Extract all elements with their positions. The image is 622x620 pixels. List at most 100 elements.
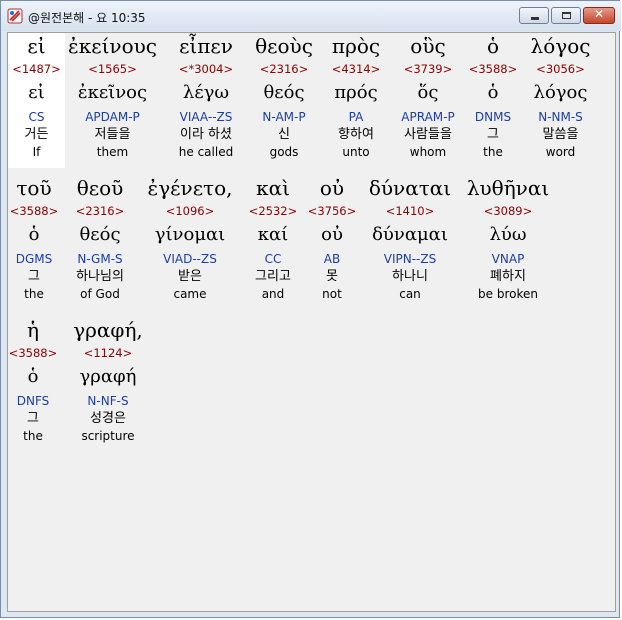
strong-number: <1410>	[385, 204, 435, 218]
close-icon: ✕	[593, 7, 605, 21]
korean-gloss: 그	[487, 127, 499, 142]
word-cell[interactable]: εἰ <1487> εἰ CS 거든 If	[8, 33, 65, 168]
word-cell[interactable]: θεοὺς <2316> θεός N-AM-P 신 gods	[249, 33, 319, 160]
lemma: θεός	[79, 224, 121, 245]
greek-word: πρὸς	[331, 34, 381, 58]
word-cell[interactable]: πρὸς <4314> πρός PA 향하여 unto	[319, 33, 393, 160]
strong-number: <2532>	[248, 204, 298, 218]
english-gloss: gods	[269, 145, 299, 159]
word-cell[interactable]: δύναται <1410> δύναμαι VIPN--ZS 하나니 can	[363, 175, 457, 302]
lemma: δύναμαι	[372, 224, 448, 245]
korean-gloss: 저들을	[94, 127, 131, 142]
english-gloss: he called	[178, 145, 234, 159]
minimize-icon	[531, 17, 539, 20]
korean-gloss: 폐하지	[490, 269, 526, 284]
greek-word: τοῦ	[16, 176, 52, 200]
lemma: γίνομαι	[154, 224, 226, 245]
interlinear-panel[interactable]: εἰ <1487> εἰ CS 거든 If ἐκείνους <1565> ἐκ…	[7, 32, 616, 612]
strong-number: <3739>	[403, 62, 453, 76]
strong-number: <1487>	[12, 62, 61, 76]
strong-number: <4314>	[331, 62, 381, 76]
korean-gloss: 말씀을	[542, 127, 579, 142]
word-cell[interactable]: λυθῆναι <3089> λύω VNAP 폐하지 be broken	[457, 175, 559, 302]
parsing-code: DGMS	[15, 252, 53, 266]
window-title: @원전본해 - 요 10:35	[28, 11, 146, 25]
parsing-code: DNFS	[16, 394, 50, 408]
greek-word: θεοῦ	[76, 176, 124, 200]
lemma: λύω	[489, 224, 527, 245]
strong-number: <2316>	[75, 204, 125, 218]
strong-number: <3588>	[468, 62, 518, 76]
greek-word: οὓς	[410, 34, 446, 58]
word-cell[interactable]: θεοῦ <2316> θεός N-GM-S 하나님의 of God	[60, 175, 140, 302]
lemma: λέγω	[182, 82, 230, 103]
korean-gloss: 성경은	[90, 411, 126, 426]
word-cell[interactable]: εἶπεν <*3004> λέγω VIAA--ZS 이라 하셨 he cal…	[163, 33, 249, 160]
korean-gloss: 사람들을	[404, 127, 452, 142]
english-gloss: scripture	[81, 429, 135, 443]
lemma: καί	[257, 224, 289, 245]
lemma: ὁ	[28, 224, 40, 245]
korean-gloss: 거든	[24, 127, 49, 142]
word-cell[interactable]: οὐ <3756> οὐ AB 못 not	[302, 175, 362, 302]
parsing-code: N-GM-S	[77, 252, 123, 266]
greek-word: δύναται	[368, 176, 452, 200]
parsing-code: APDAM-P	[85, 110, 140, 124]
word-cell[interactable]: οὓς <3739> ὅς APRAM-P 사람들을 whom	[393, 33, 463, 160]
lemma: ἐκεῖνος	[77, 82, 148, 103]
greek-word: εἶπεν	[179, 34, 233, 58]
parsing-code: VIAD--ZS	[163, 252, 217, 266]
korean-gloss: 신	[278, 127, 290, 142]
parsing-code: CC	[264, 252, 282, 266]
app-icon	[7, 8, 23, 24]
strong-number: <1096>	[165, 204, 215, 218]
word-cell[interactable]: ἐκείνους <1565> ἐκεῖνος APDAM-P 저들을 them	[65, 33, 160, 160]
english-gloss: If	[32, 145, 41, 159]
word-cell[interactable]: ἐγένετο, <1096> γίνομαι VIAD--ZS 받은 came	[140, 175, 240, 302]
strong-number: <*3004>	[178, 62, 234, 76]
parsing-code: N-AM-P	[262, 110, 306, 124]
english-gloss: be broken	[478, 287, 538, 301]
word-cell[interactable]: λόγος <3056> λόγος N-NM-S 말씀을 word	[523, 33, 598, 160]
word-cell[interactable]: καὶ <2532> καί CC 그리고 and	[244, 175, 302, 302]
maximize-icon	[562, 12, 571, 19]
parsing-code: APRAM-P	[401, 110, 455, 124]
english-gloss: word	[545, 145, 576, 159]
korean-gloss: 그	[28, 269, 40, 284]
greek-word: οὐ	[319, 176, 345, 200]
parsing-code: DNMS	[474, 110, 512, 124]
strong-number: <3089>	[483, 204, 533, 218]
korean-gloss: 그리고	[255, 269, 291, 284]
greek-word: ἡ	[27, 318, 39, 342]
word-cell[interactable]: τοῦ <3588> ὁ DGMS 그 the	[8, 175, 60, 302]
greek-word: ἐγένετο,	[147, 176, 233, 200]
english-gloss: came	[173, 287, 207, 301]
close-button[interactable]: ✕	[583, 7, 615, 24]
english-gloss: the	[24, 287, 44, 301]
lemma: εἰ	[28, 82, 45, 103]
korean-gloss: 이라 하셨	[180, 127, 232, 142]
greek-word: λόγος	[530, 34, 591, 58]
english-gloss: of God	[80, 287, 120, 301]
lemma: γραφή	[79, 366, 137, 387]
lemma: ὁ	[487, 82, 499, 103]
english-gloss: the	[483, 145, 503, 159]
korean-gloss: 받은	[178, 269, 202, 284]
word-cell[interactable]: ἡ <3588> ὁ DNFS 그 the	[8, 317, 58, 444]
greek-word: καὶ	[256, 176, 290, 200]
word-cell[interactable]: ὁ <3588> ὁ DNMS 그 the	[463, 33, 523, 160]
greek-word: γραφή,	[73, 318, 143, 342]
minimize-button[interactable]	[519, 7, 549, 24]
parsing-code: CS	[28, 110, 45, 124]
lemma: πρός	[334, 82, 378, 103]
lemma: λόγος	[533, 82, 588, 103]
lemma: ὁ	[27, 366, 39, 387]
english-gloss: them	[96, 145, 129, 159]
lemma: ὅς	[417, 82, 439, 103]
maximize-button[interactable]	[551, 7, 581, 24]
strong-number: <3756>	[307, 204, 357, 218]
english-gloss: the	[23, 429, 43, 443]
word-cell[interactable]: γραφή, <1124> γραφή N-NF-S 성경은 scripture	[64, 317, 152, 444]
strong-number: <3588>	[8, 346, 58, 360]
title-bar[interactable]: @원전본해 - 요 10:35 ✕	[1, 1, 621, 31]
